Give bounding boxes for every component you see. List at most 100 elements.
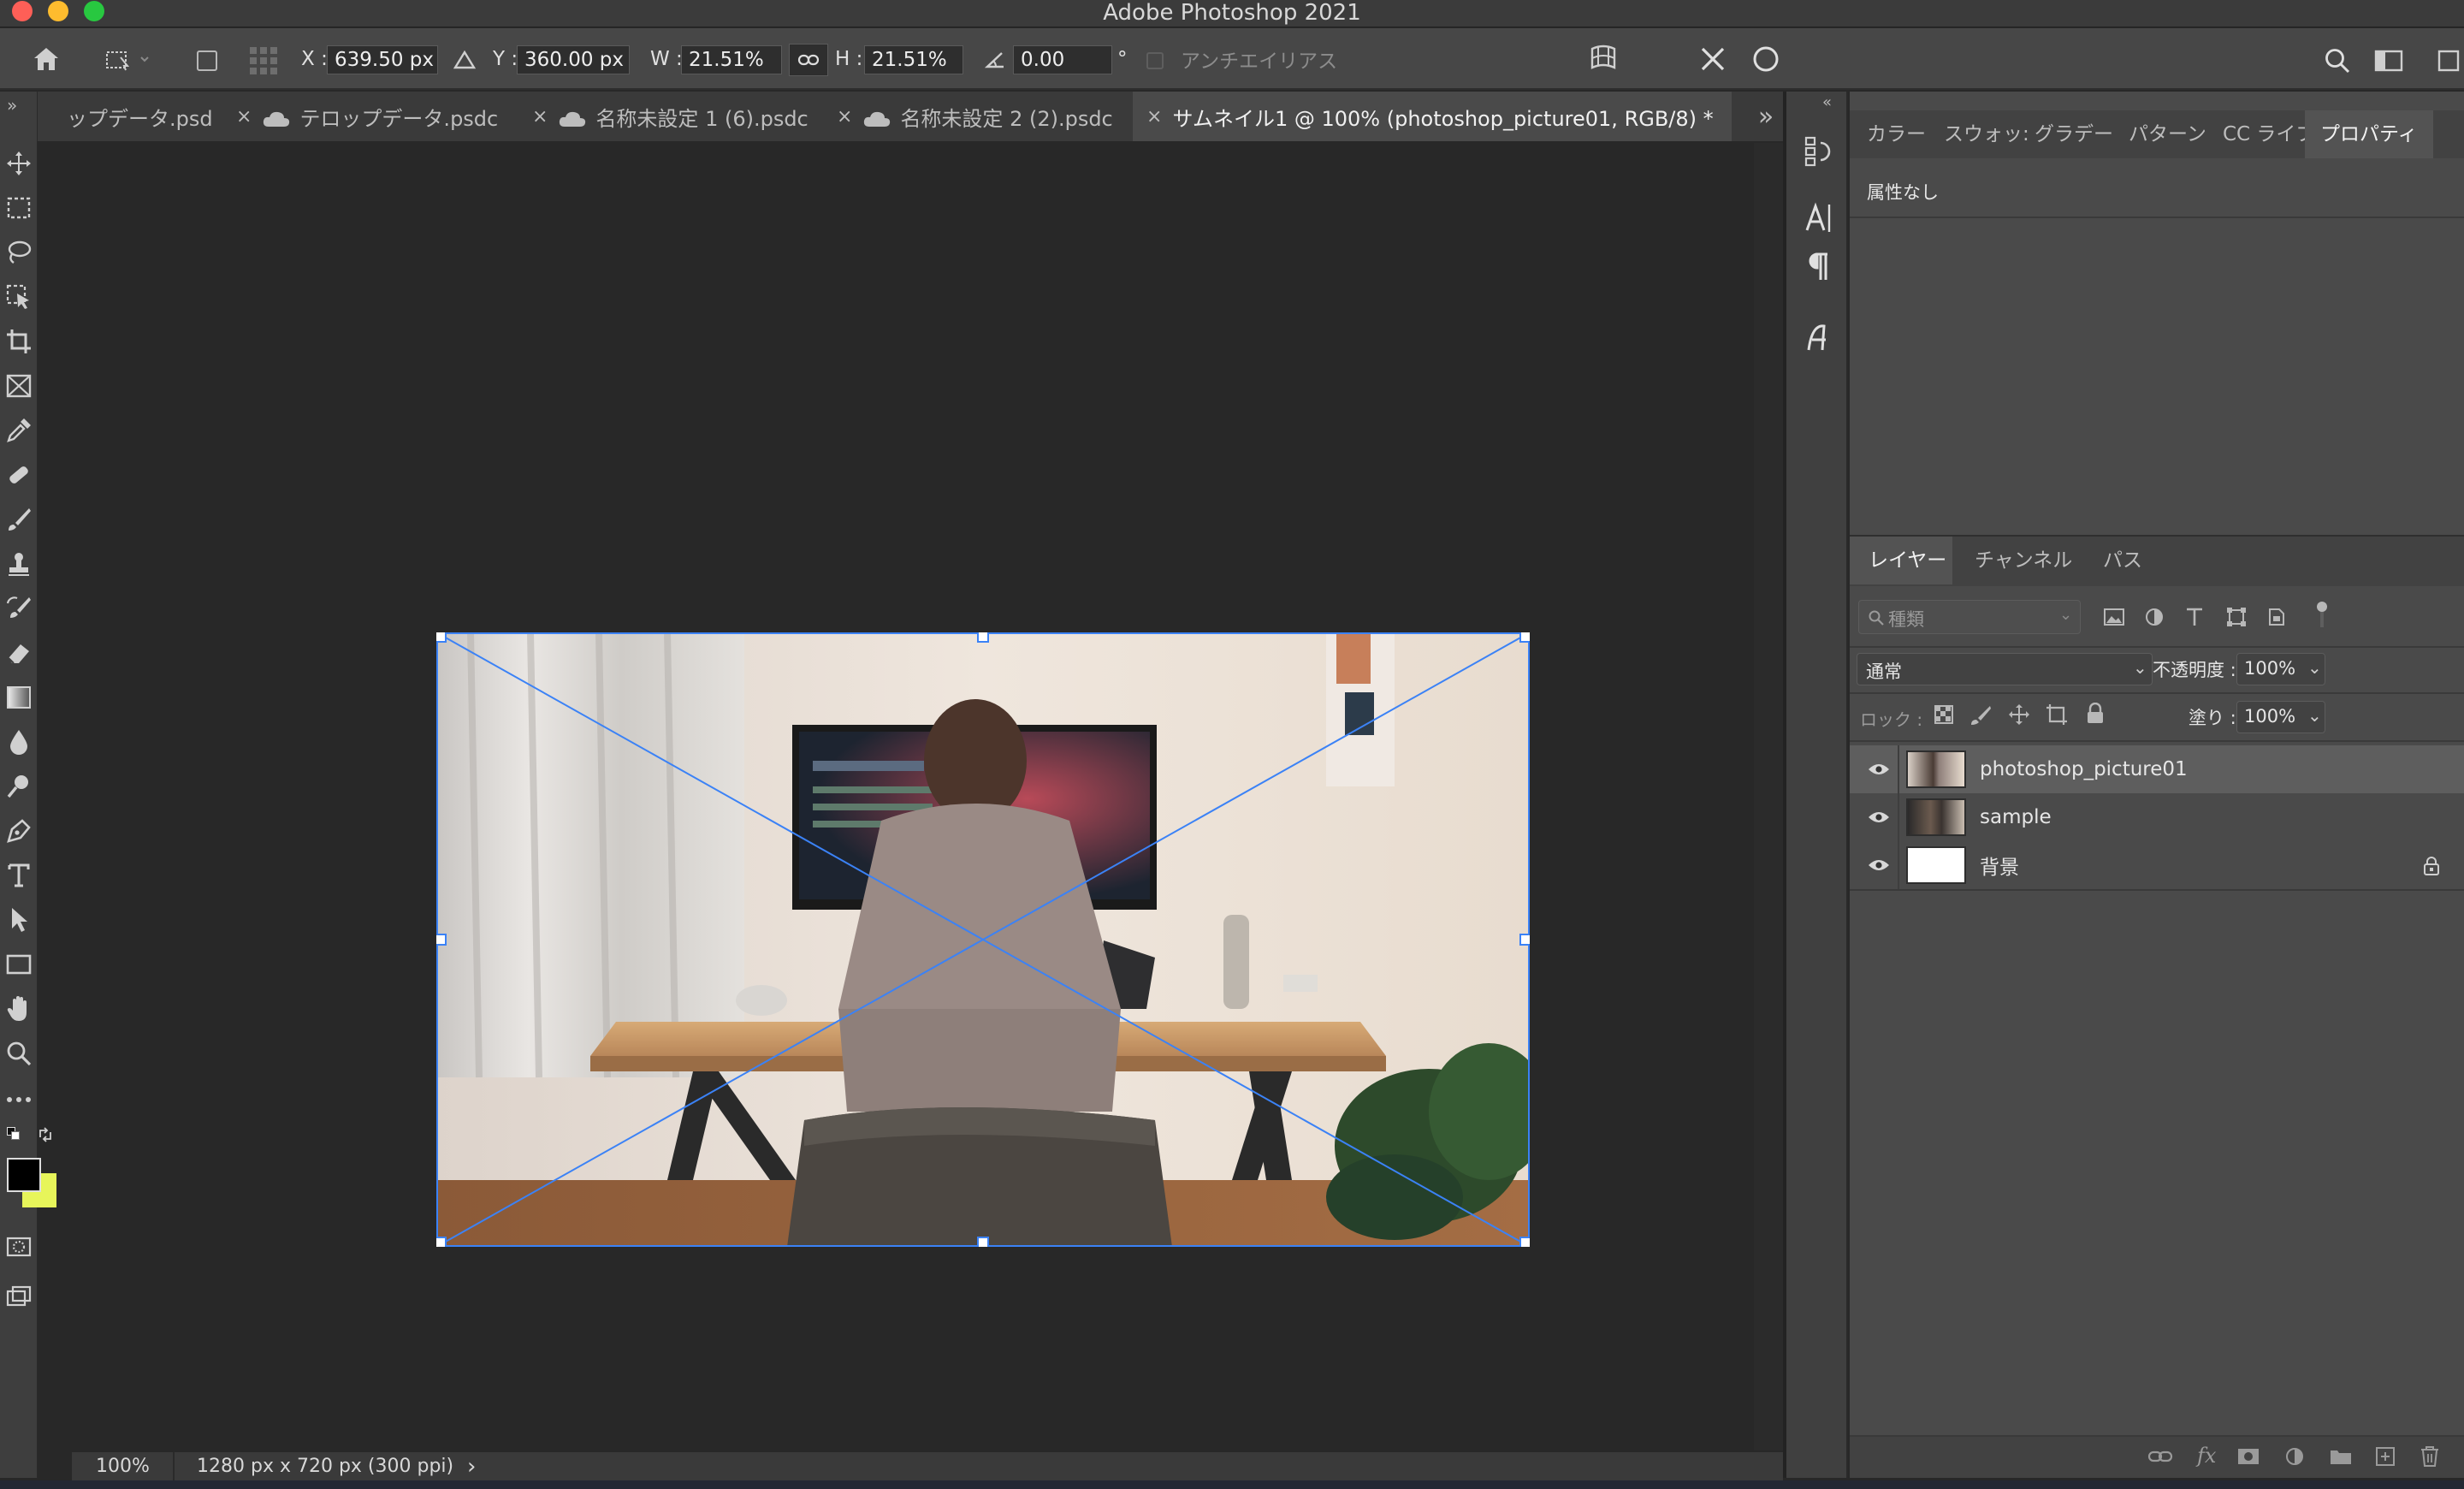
new-group-folder-icon[interactable] [2329,1447,2353,1466]
tab-close-icon[interactable]: × [837,106,852,128]
gradient-tool-icon[interactable] [0,679,38,716]
warp-mode-icon[interactable] [1584,42,1622,76]
tab-active-document[interactable]: × サムネイル1 @ 100% (photoshop_picture01, RG… [1133,92,1732,141]
blend-mode-select[interactable]: 通常 ⌄ [1857,653,2153,685]
reference-point-grid-icon[interactable] [246,45,281,76]
layer-name[interactable]: sample [1980,806,2052,828]
relative-position-icon[interactable] [452,47,477,73]
x-position-input[interactable]: 639.50 px [327,45,438,74]
tab-cc-libraries[interactable]: CC ライブ [2223,110,2315,158]
history-brush-tool-icon[interactable] [0,590,38,627]
filter-smart-objects-icon[interactable] [2267,607,2286,632]
tab-swatches[interactable]: スウォッ: [1944,110,2029,158]
trash-icon[interactable] [2420,1445,2440,1468]
transform-handle-bottom[interactable] [977,1237,989,1247]
fill-input[interactable]: 100% ⌄ [2236,701,2325,733]
eraser-tool-icon[interactable] [0,634,38,672]
adjustment-layer-icon[interactable] [2284,1446,2305,1467]
layer-filter-dropdown[interactable]: 種類 ⌄ [1858,600,2081,634]
quick-mask-icon[interactable] [0,1228,38,1266]
opacity-input[interactable]: 100% ⌄ [2236,653,2325,685]
transform-handle-left[interactable] [436,934,447,946]
layer-lock-icon[interactable] [2423,856,2440,876]
visibility-eye-icon[interactable] [1867,762,1891,777]
path-selection-tool-icon[interactable] [0,901,38,939]
share-icon[interactable] [2430,44,2464,78]
collapse-toolbar-icon[interactable]: » [7,95,17,116]
tab-document[interactable]: × 名称未設定 2 (2).psdc [837,92,1145,141]
transform-handle-top-right[interactable] [1519,632,1530,643]
visibility-eye-icon[interactable] [1867,857,1891,873]
fx-icon[interactable]: fx [2197,1444,2216,1468]
history-panel-icon[interactable] [1804,134,1834,169]
blur-tool-icon[interactable] [0,723,38,761]
tab-properties[interactable]: プロパティ [2305,110,2433,158]
link-icon[interactable] [789,44,828,76]
tab-paths[interactable]: パス [2103,537,2142,584]
vertical-scrollbar[interactable] [1754,143,1783,1450]
zoom-tool-icon[interactable] [0,1035,38,1072]
crop-tool-icon[interactable] [0,323,38,360]
rectangle-tool-icon[interactable] [0,946,38,983]
tab-channels[interactable]: チャンネル [1975,537,2072,584]
transform-handle-top[interactable] [977,632,989,643]
layer-row-background[interactable]: 背景 [1850,841,2464,889]
swap-colors-icon[interactable] [38,1125,51,1142]
layer-name[interactable]: 背景 [1980,851,2019,880]
lock-all-icon[interactable] [2086,702,2105,730]
default-colors-icon[interactable] [7,1127,21,1141]
rotation-input[interactable]: 0.00 [1013,45,1112,74]
more-tools-icon[interactable] [0,1081,38,1118]
tab-document[interactable]: × テロップデータ.psdc [236,92,536,141]
canvas-area[interactable] [72,143,1754,1450]
frame-tool-icon[interactable] [0,367,38,405]
dodge-tool-icon[interactable] [0,768,38,805]
chevron-down-icon[interactable]: ⌄ [2307,705,2322,726]
workspace-icon[interactable] [2370,44,2408,78]
new-layer-icon[interactable] [2375,1446,2396,1467]
screen-mode-icon[interactable] [0,1278,38,1315]
placed-image-photoshop-picture01[interactable] [436,632,1530,1247]
reference-point-checkbox[interactable] [195,49,219,73]
tab-close-icon[interactable]: × [532,106,548,128]
layer-name[interactable]: photoshop_picture01 [1980,758,2188,780]
object-selection-tool-icon[interactable] [0,278,38,316]
collapse-panels-icon[interactable]: « [1822,93,1832,111]
tabs-overflow-button[interactable]: » [1749,92,1783,141]
glyphs-panel-icon[interactable] [1804,321,1834,355]
visibility-eye-icon[interactable] [1867,810,1891,825]
tab-layers[interactable]: レイヤー [1850,537,1952,584]
chevron-down-icon[interactable]: ⌄ [2307,657,2322,678]
tab-color[interactable]: カラー [1867,110,1926,158]
width-input[interactable]: 21.51% [681,45,782,74]
tab-gradients[interactable]: グラデー [2035,110,2113,158]
transform-handle-bottom-right[interactable] [1519,1237,1530,1247]
marquee-tool-icon[interactable] [0,189,38,227]
commit-transform-icon[interactable] [1747,42,1785,76]
tab-close-icon[interactable]: × [236,106,252,128]
transform-handle-bottom-left[interactable] [436,1237,447,1247]
foreground-color-swatch[interactable] [7,1158,41,1192]
lock-transparent-pixels-icon[interactable] [1934,704,1954,730]
healing-brush-tool-icon[interactable] [0,456,38,494]
eyedropper-tool-icon[interactable] [0,412,38,449]
cancel-transform-icon[interactable] [1694,42,1732,76]
tab-close-icon[interactable]: × [1146,106,1162,128]
zoom-level[interactable]: 100% [96,1456,150,1477]
clone-stamp-tool-icon[interactable] [0,545,38,583]
search-icon[interactable] [2319,44,2356,78]
filter-toggle-switch[interactable] [2315,602,2327,632]
height-input[interactable]: 21.51% [864,45,963,74]
filter-pixel-layers-icon[interactable] [2103,607,2125,632]
tab-patterns[interactable]: パターン [2129,110,2206,158]
hand-tool-icon[interactable] [0,990,38,1028]
lock-artboard-icon[interactable] [2045,703,2069,732]
pen-tool-icon[interactable] [0,812,38,850]
filter-type-layers-icon[interactable] [2185,607,2204,632]
add-mask-icon[interactable] [2236,1447,2260,1466]
transform-tool-icon[interactable] [99,45,159,74]
lock-image-pixels-icon[interactable] [1969,704,1992,732]
link-layers-icon[interactable] [2147,1449,2173,1464]
filter-adjustment-layers-icon[interactable] [2144,607,2165,632]
filter-shape-layers-icon[interactable] [2226,607,2247,632]
